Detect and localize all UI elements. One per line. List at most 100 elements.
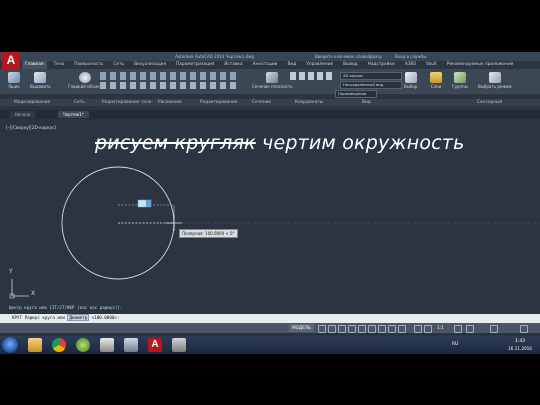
layers-icon: [430, 72, 442, 83]
section-plane-icon: [266, 72, 279, 83]
tab-surface[interactable]: Поверхность: [71, 61, 106, 69]
tab-parametric[interactable]: Параметризация: [173, 61, 217, 69]
polar-tooltip: Полярная: 100.0000 < 0°: [179, 229, 238, 238]
smooth-object-label: Гладкий объект: [68, 84, 103, 89]
command-prompt: КРУГ Радиус круга или: [12, 315, 65, 320]
autocad-icon[interactable]: A: [148, 338, 162, 352]
layers-button[interactable]: Слои: [430, 72, 442, 89]
file-tab-drawing1[interactable]: Чертеж1*: [58, 111, 89, 118]
select-button[interactable]: Выбор: [404, 72, 417, 89]
tab-view[interactable]: Вид: [284, 61, 299, 69]
select-mode-label: Выбрать режим: [478, 84, 512, 89]
otrack-icon[interactable]: [368, 325, 376, 333]
files-icon[interactable]: [100, 338, 114, 352]
file-tab-start[interactable]: Начало: [10, 111, 36, 118]
tab-solid[interactable]: Тело: [51, 61, 68, 69]
clock-time[interactable]: 1:43: [508, 339, 532, 344]
groups-label: Группы: [452, 84, 468, 89]
groups-button[interactable]: Группы: [452, 72, 468, 89]
polar-icon[interactable]: [348, 325, 356, 333]
model-space-button[interactable]: МОДЕЛЬ: [289, 324, 314, 332]
tool-icons-row: [100, 82, 240, 89]
command-option-diameter[interactable]: Диаметр: [67, 314, 90, 321]
tab-render[interactable]: Визуализация: [131, 61, 169, 69]
section-plane-label: Сечение плоскость: [252, 84, 293, 89]
select-label: Выбор: [404, 84, 418, 89]
osnap-icon[interactable]: [358, 325, 366, 333]
app-icon[interactable]: [124, 338, 138, 352]
tool-icons-row: [290, 72, 332, 80]
lineweight-icon[interactable]: [378, 325, 386, 333]
tab-manage[interactable]: Управление: [303, 61, 336, 69]
ortho-icon[interactable]: [338, 325, 346, 333]
workspace-icon[interactable]: [466, 325, 474, 333]
ucs-x-label: X: [31, 290, 36, 297]
named-view-dropdown[interactable]: Несохраненный вид: [340, 81, 402, 89]
chrome-icon[interactable]: [52, 338, 66, 352]
autoscale-icon[interactable]: [424, 325, 432, 333]
selection-cycling-icon[interactable]: [398, 325, 406, 333]
panel-solid-editing[interactable]: Редактирование тела: [102, 100, 151, 105]
panel-modeling[interactable]: Моделирование: [14, 100, 50, 105]
tool-icon[interactable]: [172, 338, 186, 352]
media-icon[interactable]: [76, 338, 90, 352]
visual-style-dropdown[interactable]: 2D-каркас: [340, 72, 402, 80]
viewport-controls[interactable]: [–][Сверху][2D-каркас]: [6, 125, 56, 130]
extrude-button[interactable]: Выдавить: [30, 72, 51, 89]
search-input[interactable]: Введите ключевое слово/фразу: [315, 54, 382, 59]
panel-coordinates[interactable]: Координаты: [295, 100, 323, 105]
transparency-icon[interactable]: [388, 325, 396, 333]
tab-vault[interactable]: Vault: [423, 61, 440, 69]
tab-featured-apps[interactable]: Рекомендуемые приложения: [444, 61, 516, 69]
fullscreen-icon[interactable]: [520, 325, 528, 333]
isolate-icon[interactable]: [490, 325, 498, 333]
start-button[interactable]: [2, 337, 18, 353]
annotation-main: чертим окружность: [262, 132, 465, 154]
section-plane-button[interactable]: Сечение плоскость: [252, 72, 293, 89]
smooth-object-button[interactable]: Гладкий объект: [68, 72, 102, 89]
signin-button[interactable]: Вход в службы: [395, 54, 427, 59]
annotation-struck: рисуем кругляк: [95, 132, 256, 154]
panel-section[interactable]: Сечение: [252, 100, 271, 105]
box-button[interactable]: Ящик: [8, 72, 20, 89]
extrude-icon: [34, 72, 47, 83]
select-mode-button[interactable]: Выбрать режим: [478, 72, 512, 89]
title-bar: [0, 52, 540, 61]
annotation-scale[interactable]: 1:1: [437, 325, 444, 330]
gear-icon[interactable]: [454, 325, 462, 333]
panel-draw[interactable]: Рисование: [158, 100, 182, 105]
language-indicator[interactable]: RU: [452, 342, 458, 347]
ucs-y-label: Y: [9, 268, 13, 275]
extrude-label: Выдавить: [30, 84, 51, 89]
touch-icon: [488, 72, 501, 83]
app-menu-button[interactable]: A: [2, 52, 20, 69]
tab-output[interactable]: Вывод: [340, 61, 360, 69]
annotation-visibility-icon[interactable]: [414, 325, 422, 333]
tab-addins[interactable]: Надстройки: [365, 61, 398, 69]
snap-icon[interactable]: [328, 325, 336, 333]
panel-view[interactable]: Вид: [362, 100, 371, 105]
box-label: Ящик: [8, 84, 20, 89]
tab-annotate[interactable]: Аннотации: [250, 61, 281, 69]
tab-mesh[interactable]: Сеть: [110, 61, 127, 69]
gizmo-dropdown[interactable]: Перемещение: [335, 90, 377, 98]
explorer-icon[interactable]: [28, 338, 42, 352]
panel-mesh[interactable]: Сеть: [74, 100, 85, 105]
smooth-object-icon: [79, 72, 92, 83]
tab-insert[interactable]: Вставка: [221, 61, 245, 69]
command-history: Центр круга или [3Т/2Т/ККР (кас кас ради…: [9, 305, 123, 310]
command-default-value: <100.0000>:: [91, 315, 120, 320]
ribbon-tabs: Главная Тело Поверхность Сеть Визуализац…: [22, 61, 540, 69]
panel-modify[interactable]: Редактирование: [200, 100, 238, 105]
clock-date[interactable]: 16.11.2016: [505, 346, 535, 351]
tab-home[interactable]: Главная: [22, 61, 47, 69]
panel-touch[interactable]: Сенсорный: [477, 100, 502, 105]
box-icon: [8, 72, 20, 83]
layers-label: Слои: [430, 84, 442, 89]
command-input[interactable]: КРУГ Радиус круга или Диаметр <100.0000>…: [12, 314, 120, 321]
grid-icon[interactable]: [318, 325, 326, 333]
annotation-text: рисуем кругляк чертим окружность: [95, 132, 464, 154]
tab-a360[interactable]: A360: [402, 61, 419, 69]
tool-icons-row: [100, 72, 240, 80]
cursor-icon: [404, 72, 417, 83]
